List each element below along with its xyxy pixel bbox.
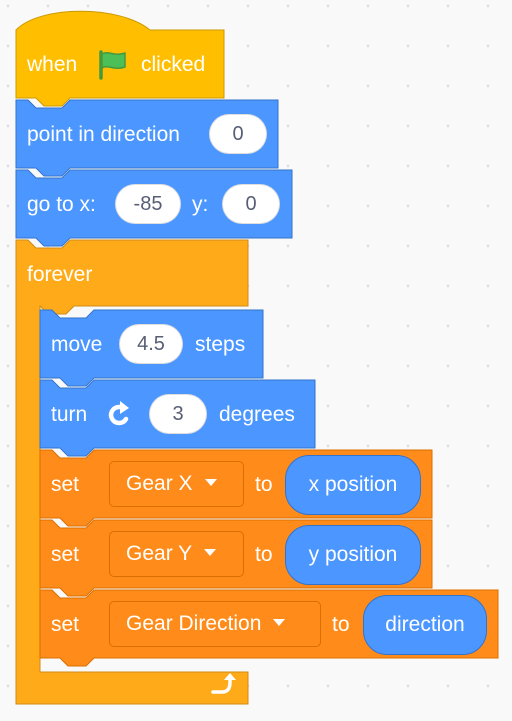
set-label: set (51, 613, 80, 636)
direction-input[interactable]: 0 (209, 114, 267, 154)
set-label: set (51, 543, 80, 566)
to-label: to (255, 543, 273, 566)
y-input[interactable]: 0 (222, 184, 280, 224)
chevron-down-icon (204, 478, 217, 486)
point-direction-label: point in direction (27, 123, 180, 146)
chevron-down-icon (273, 618, 286, 626)
variable-dropdown-gear-y[interactable]: Gear Y (109, 531, 244, 577)
variable-name: Gear Direction (126, 612, 262, 635)
loop-arrow-icon (211, 673, 236, 694)
y-position-reporter[interactable]: y position (285, 525, 421, 585)
variable-name: Gear Y (126, 542, 193, 565)
forever-label: forever (27, 263, 93, 286)
when-label: when (27, 53, 78, 76)
steps-label: steps (195, 333, 246, 356)
clicked-label: clicked (141, 53, 206, 76)
green-flag-icon (99, 50, 126, 80)
degrees-label: degrees (219, 403, 295, 426)
chevron-down-icon (204, 548, 217, 556)
variable-dropdown-gear-x[interactable]: Gear X (109, 461, 244, 507)
move-label: move (51, 333, 103, 356)
variable-name: Gear X (126, 472, 193, 495)
variable-dropdown-gear-direction[interactable]: Gear Direction (109, 601, 321, 647)
y-label: y: (192, 193, 209, 216)
turn-label: turn (51, 403, 88, 426)
rotate-clockwise-icon (108, 401, 129, 426)
set-label: set (51, 473, 80, 496)
x-position-reporter[interactable]: x position (285, 455, 421, 515)
to-label: to (255, 473, 273, 496)
go-to-x-label: go to x: (27, 193, 96, 216)
to-label: to (332, 613, 350, 636)
steps-input[interactable]: 4.5 (119, 324, 183, 364)
degrees-input[interactable]: 3 (149, 394, 207, 434)
direction-reporter[interactable]: direction (363, 595, 487, 655)
x-input[interactable]: -85 (115, 184, 181, 224)
